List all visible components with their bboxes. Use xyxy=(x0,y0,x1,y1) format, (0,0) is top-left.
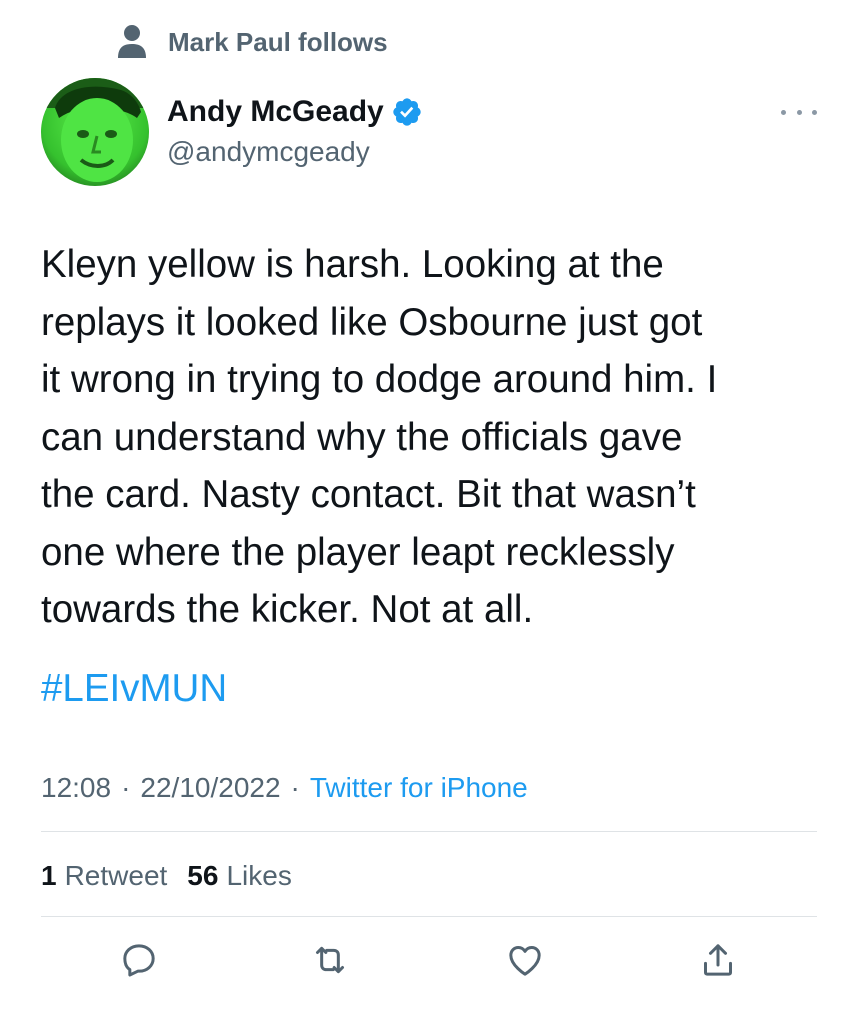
likes-label: Likes xyxy=(226,860,292,891)
dot xyxy=(812,109,817,115)
separator: · xyxy=(290,772,300,803)
author-handle[interactable]: @andymcgeady xyxy=(167,136,423,168)
verified-badge-icon xyxy=(393,98,421,126)
social-context-label: Mark Paul follows xyxy=(168,26,388,57)
separator: · xyxy=(121,772,131,803)
retweet-label: Retweet xyxy=(64,860,168,891)
tweet-date[interactable]: 22/10/2022 xyxy=(140,772,280,804)
more-options-icon[interactable] xyxy=(781,100,817,124)
divider xyxy=(41,916,817,917)
author-block[interactable]: Andy McGeady @andymcgeady xyxy=(167,90,423,168)
tweet-text: Kleyn yellow is harsh. Looking at the re… xyxy=(41,243,718,631)
tweet-metadata: 12:08 · 22/10/2022 · Twitter for iPhone xyxy=(41,766,528,810)
social-context[interactable]: Mark Paul follows xyxy=(114,22,388,62)
likes-stat[interactable]: 56 Likes xyxy=(187,860,292,892)
reply-icon[interactable] xyxy=(117,938,161,982)
person-icon xyxy=(114,22,150,62)
hashtag-link[interactable]: #LEIvMUN xyxy=(41,660,227,718)
dot xyxy=(781,109,786,115)
retweet-count: 1 xyxy=(41,860,57,891)
dot xyxy=(796,109,802,115)
like-icon[interactable] xyxy=(503,938,547,982)
tweet-time[interactable]: 12:08 xyxy=(41,772,111,804)
retweets-stat[interactable]: 1 Retweet xyxy=(41,860,167,892)
share-icon[interactable] xyxy=(696,938,740,982)
avatar[interactable] xyxy=(41,78,149,186)
divider xyxy=(41,831,817,832)
author-name[interactable]: Andy McGeady xyxy=(167,95,384,129)
engagement-stats: 1 Retweet 56 Likes xyxy=(41,854,292,898)
tweet-source-link[interactable]: Twitter for iPhone xyxy=(310,772,528,804)
likes-count: 56 xyxy=(187,860,219,891)
retweet-icon[interactable] xyxy=(308,938,352,982)
action-bar xyxy=(0,938,857,982)
